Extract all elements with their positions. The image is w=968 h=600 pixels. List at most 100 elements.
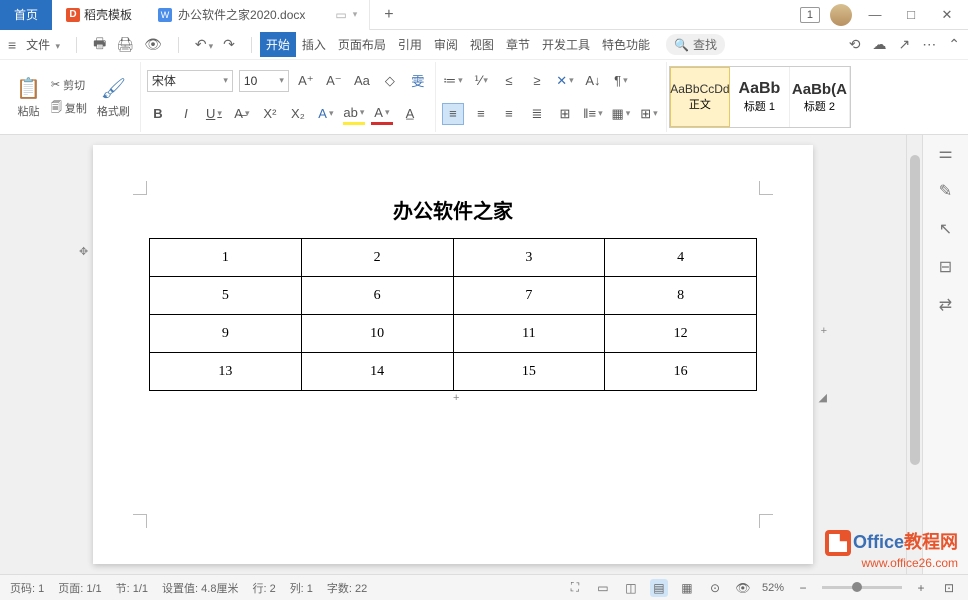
cursor-icon[interactable]: ↖ — [939, 219, 952, 239]
style-heading2[interactable]: AaBb(A 标题 2 — [790, 67, 850, 127]
share-icon[interactable]: ↗ — [899, 36, 911, 53]
status-setting[interactable]: 设置值: 4.8厘米 — [162, 580, 238, 596]
char-border-button[interactable]: A̲ — [399, 103, 421, 125]
subscript-button[interactable]: X₂ — [287, 103, 309, 125]
line-spacing-button[interactable]: ‖≡▾ — [582, 103, 604, 125]
menu-references[interactable]: 引用 — [392, 32, 428, 57]
menu-start[interactable]: 开始 — [260, 32, 296, 57]
document-area[interactable]: ✥ 办公软件之家 1234 5678 9101112 13141516 + + … — [0, 135, 906, 574]
new-tab-button[interactable]: + — [370, 6, 407, 24]
outline-view-icon[interactable]: ◫ — [622, 579, 640, 597]
status-section[interactable]: 节: 1/1 — [116, 580, 148, 596]
menu-view[interactable]: 视图 — [464, 32, 500, 57]
sort-button[interactable]: A↓ — [582, 70, 604, 92]
minimize-button[interactable]: — — [862, 2, 888, 28]
collapse-ribbon-icon[interactable]: ⌃ — [948, 36, 960, 53]
print-icon[interactable]: 🖨 — [116, 36, 134, 53]
grow-font-button[interactable]: A⁺ — [295, 70, 317, 92]
doc-title[interactable]: 办公软件之家 — [149, 195, 757, 224]
close-button[interactable]: ✕ — [934, 2, 960, 28]
zoom-in-button[interactable]: + — [912, 579, 930, 597]
indent-inc-button[interactable]: ≥ — [526, 70, 548, 92]
menu-sections[interactable]: 章节 — [500, 32, 536, 57]
eye-protect-icon[interactable]: 👁 — [734, 579, 752, 597]
menu-features[interactable]: 特色功能 — [596, 32, 656, 57]
page[interactable]: ✥ 办公软件之家 1234 5678 9101112 13141516 + + … — [93, 145, 813, 564]
menu-devtools[interactable]: 开发工具 — [536, 32, 596, 57]
search-button[interactable]: 🔍 查找 — [666, 34, 725, 55]
bold-button[interactable]: B — [147, 103, 169, 125]
vertical-scrollbar[interactable] — [906, 135, 922, 574]
borders-button[interactable]: ⊞▾ — [638, 103, 660, 125]
undo-icon[interactable]: ↶▾ — [195, 36, 213, 53]
align-right-button[interactable]: ≡ — [498, 103, 520, 125]
cut-button[interactable]: ✂ 剪切 — [51, 77, 87, 93]
bullets-button[interactable]: ≔▾ — [442, 70, 464, 92]
underline-button[interactable]: U▾ — [203, 103, 225, 125]
print-layout-icon[interactable]: ▤ — [650, 579, 668, 597]
table-col-handle-icon[interactable]: + — [821, 325, 827, 337]
zoom-out-button[interactable]: − — [794, 579, 812, 597]
status-page-no[interactable]: 页码: 1 — [10, 580, 44, 596]
format-painter-button[interactable]: 🖌 格式刷 — [93, 74, 134, 121]
zoom-value[interactable]: 52% — [762, 582, 784, 594]
tab-document[interactable]: W 办公软件之家2020.docx ▭ ▾ — [146, 0, 370, 30]
menu-review[interactable]: 审阅 — [428, 32, 464, 57]
strike-button[interactable]: A̶▾ — [231, 103, 253, 125]
more-icon[interactable]: ⋯ — [922, 36, 936, 53]
style-heading1[interactable]: AaBb 标题 1 — [730, 67, 790, 127]
doc-table[interactable]: 1234 5678 9101112 13141516 — [149, 238, 757, 391]
status-line[interactable]: 行: 2 — [252, 580, 275, 596]
highlight-button[interactable]: ab▾ — [343, 103, 365, 125]
fit-page-icon[interactable]: ⊡ — [940, 579, 958, 597]
web-layout-icon[interactable]: ▦ — [678, 579, 696, 597]
italic-button[interactable]: I — [175, 103, 197, 125]
menu-page-layout[interactable]: 页面布局 — [332, 32, 392, 57]
paste-button[interactable]: 📋 粘贴 — [12, 74, 45, 121]
zoom-thumb[interactable] — [852, 582, 862, 592]
maximize-button[interactable]: □ — [898, 2, 924, 28]
avatar[interactable] — [830, 4, 852, 26]
tab-home[interactable]: 首页 — [0, 0, 52, 30]
save-icon[interactable]: 🖶 — [93, 33, 106, 57]
change-case-button[interactable]: Aa — [351, 70, 373, 92]
scrollbar-thumb[interactable] — [910, 155, 920, 465]
pencil-icon[interactable]: ✎ — [939, 181, 952, 201]
table-resize-handle-icon[interactable]: ◢ — [819, 391, 827, 404]
styles-gallery[interactable]: AaBbCcDd 正文 AaBb 标题 1 AaBb(A 标题 2 — [669, 66, 851, 128]
menu-insert[interactable]: 插入 — [296, 32, 332, 57]
distribute-button[interactable]: ⊞ — [554, 103, 576, 125]
redo-icon[interactable]: ↷ — [223, 36, 235, 53]
chevron-down-icon[interactable]: ▾ — [353, 9, 358, 20]
table-row-handle-icon[interactable]: + — [453, 392, 459, 404]
preview-icon[interactable]: 👁 — [144, 36, 162, 53]
text-direction-button[interactable]: ✕▾ — [554, 70, 576, 92]
indent-dec-button[interactable]: ≤ — [498, 70, 520, 92]
status-col[interactable]: 列: 1 — [290, 580, 313, 596]
presentation-icon[interactable]: ▭ — [335, 8, 346, 22]
copy-button[interactable]: 🗐 复制 — [51, 99, 87, 118]
style-body[interactable]: AaBbCcDd 正文 — [670, 67, 730, 127]
text-effect-button[interactable]: A▾ — [315, 103, 337, 125]
numbering-button[interactable]: ⅟▾ — [470, 70, 492, 92]
reading-view-icon[interactable]: ▭ — [594, 579, 612, 597]
doc-count[interactable]: 1 — [800, 7, 820, 23]
clear-format-button[interactable]: ◇ — [379, 70, 401, 92]
align-justify-button[interactable]: ≣ — [526, 103, 548, 125]
superscript-button[interactable]: X² — [259, 103, 281, 125]
sliders-icon[interactable]: ⚌ — [938, 143, 952, 163]
cloud-icon[interactable]: ☁ — [873, 36, 887, 53]
table-move-handle-icon[interactable]: ✥ — [79, 245, 88, 258]
file-menu[interactable]: 文件 ▾ — [26, 36, 60, 53]
phonetic-button[interactable]: 雯 — [407, 70, 429, 92]
font-size-select[interactable]: 10▾ — [239, 70, 289, 92]
adjust-icon[interactable]: ⇄ — [939, 295, 952, 315]
shading-button[interactable]: ▦▾ — [610, 103, 632, 125]
tab-docer[interactable]: D 稻壳模板 — [52, 0, 146, 30]
status-page-of[interactable]: 页面: 1/1 — [58, 580, 101, 596]
font-name-select[interactable]: 宋体▾ — [147, 70, 233, 92]
shrink-font-button[interactable]: A⁻ — [323, 70, 345, 92]
show-marks-button[interactable]: ¶▾ — [610, 70, 632, 92]
app-menu-icon[interactable]: ≡ — [8, 37, 16, 53]
font-color-button[interactable]: A▾ — [371, 103, 393, 125]
